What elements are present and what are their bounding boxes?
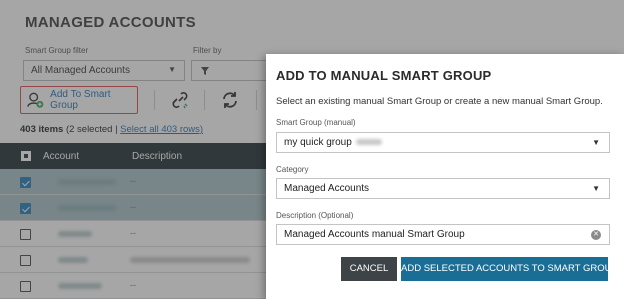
chevron-down-icon: ▼: [592, 138, 600, 147]
smart-group-value: my quick group: [284, 137, 352, 148]
category-value: Managed Accounts: [284, 183, 370, 194]
add-selected-accounts-button[interactable]: ADD SELECTED ACCOUNTS TO SMART GROUP: [401, 257, 618, 281]
description-label: Description (Optional): [276, 211, 354, 220]
add-to-smart-group-dialog: ADD TO MANUAL SMART GROUP Select an exis…: [266, 54, 624, 299]
dialog-description: Select an existing manual Smart Group or…: [276, 96, 603, 107]
redacted-text: [355, 139, 382, 146]
smart-group-select[interactable]: my quick group ▼: [276, 132, 610, 153]
category-select[interactable]: Managed Accounts ▼: [276, 178, 610, 199]
description-input[interactable]: Managed Accounts manual Smart Group ✕: [276, 224, 610, 245]
cancel-button[interactable]: CANCEL: [341, 257, 397, 281]
chevron-down-icon: ▼: [592, 184, 600, 193]
category-label: Category: [276, 165, 309, 174]
clear-icon[interactable]: ✕: [591, 230, 601, 240]
description-value: Managed Accounts manual Smart Group: [284, 229, 465, 240]
dialog-title: ADD TO MANUAL SMART GROUP: [276, 68, 492, 83]
smart-group-label: Smart Group (manual): [276, 118, 356, 127]
